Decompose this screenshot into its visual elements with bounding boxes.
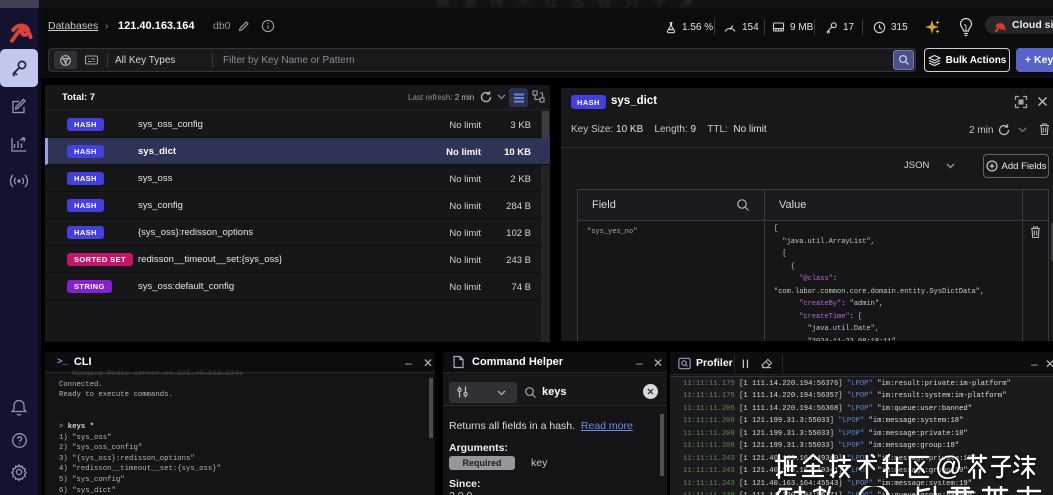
svg-text:@: @ [935, 452, 962, 480]
